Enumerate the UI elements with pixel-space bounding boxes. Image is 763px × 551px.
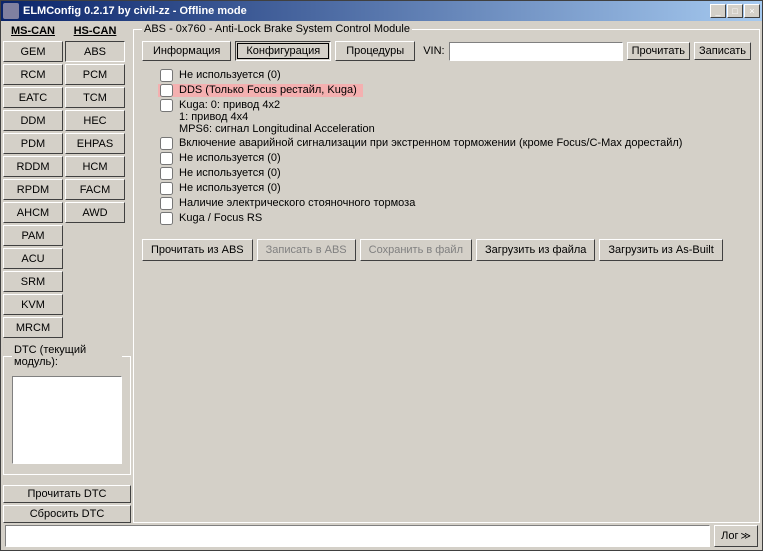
option-checkbox[interactable] [160, 99, 173, 112]
sidebar-item-hec[interactable]: HEC [65, 110, 125, 131]
option-checkbox[interactable] [160, 69, 173, 82]
option-row: Не используется (0) [158, 152, 751, 165]
dtc-legend: DTC (текущий модуль): [12, 344, 122, 368]
option-checkbox[interactable] [160, 212, 173, 225]
titlebar: ELMConfig 0.2.17 by civil-zz - Offline m… [1, 1, 762, 21]
sidebar: MS-CAN GEMRCMEATCDDMPDMRDDMRPDMAHCMPAMAC… [3, 23, 131, 523]
vin-input[interactable] [449, 42, 623, 61]
module-legend: ABS - 0x760 - Anti-Lock Brake System Con… [142, 23, 412, 35]
dtc-list[interactable] [12, 376, 122, 464]
option-row: Не используется (0) [158, 167, 751, 180]
option-row: Kuga / Focus RS [158, 212, 751, 225]
tab-proc[interactable]: Процедуры [335, 41, 415, 61]
vin-label: VIN: [423, 45, 444, 57]
status-row: Лог ≫ [3, 523, 760, 548]
option-checkbox[interactable] [160, 84, 173, 97]
option-checkbox[interactable] [160, 152, 173, 165]
write-button[interactable]: Записать [694, 42, 751, 60]
read-button[interactable]: Прочитать [627, 42, 690, 60]
sidebar-item-rddm[interactable]: RDDM [3, 156, 63, 177]
sidebar-item-rpdm[interactable]: RPDM [3, 179, 63, 200]
mscan-header: MS-CAN [3, 23, 63, 41]
sidebar-item-abs[interactable]: ABS [65, 41, 125, 62]
sidebar-item-tcm[interactable]: TCM [65, 87, 125, 108]
mscan-column: MS-CAN GEMRCMEATCDDMPDMRDDMRPDMAHCMPAMAC… [3, 23, 63, 340]
sidebar-item-awd[interactable]: AWD [65, 202, 125, 223]
app-window: ELMConfig 0.2.17 by civil-zz - Offline m… [0, 0, 763, 551]
read-dtc-button[interactable]: Прочитать DTC [3, 485, 131, 503]
option-row: Включение аварийной сигнализации при экс… [158, 137, 751, 150]
options-list: Не используется (0) DDS (Только Focus рес… [142, 67, 751, 235]
sidebar-item-ddm[interactable]: DDM [3, 110, 63, 131]
option-checkbox[interactable] [160, 197, 173, 210]
option-label: Не используется (0) [179, 167, 281, 179]
sidebar-item-rcm[interactable]: RCM [3, 64, 63, 85]
close-button[interactable]: × [744, 4, 760, 18]
sidebar-item-facm[interactable]: FACM [65, 179, 125, 200]
maximize-button[interactable]: □ [727, 4, 743, 18]
option-label: Наличие электрического стояночного тормо… [179, 197, 415, 209]
sidebar-item-hcm[interactable]: HCM [65, 156, 125, 177]
option-label: Не используется (0) [179, 152, 281, 164]
read-abs-button[interactable]: Прочитать из ABS [142, 239, 253, 261]
module-group: ABS - 0x760 - Anti-Lock Brake System Con… [133, 23, 760, 523]
tab-info[interactable]: Информация [142, 41, 231, 61]
action-row: Прочитать из ABS Записать в ABS Сохранит… [142, 239, 751, 261]
option-row: Не используется (0) [158, 182, 751, 195]
load-asbuilt-button[interactable]: Загрузить из As-Built [599, 239, 722, 261]
sidebar-item-pam[interactable]: PAM [3, 225, 63, 246]
option-label: Не используется (0) [179, 182, 281, 194]
option-row: Не используется (0) [158, 69, 751, 82]
sidebar-item-pcm[interactable]: PCM [65, 64, 125, 85]
load-file-button[interactable]: Загрузить из файла [476, 239, 595, 261]
sidebar-item-acu[interactable]: ACU [3, 248, 63, 269]
option-label: Не используется (0) [179, 69, 281, 81]
minimize-button[interactable]: _ [710, 4, 726, 18]
sidebar-item-ahcm[interactable]: AHCM [3, 202, 63, 223]
option-checkbox[interactable] [160, 137, 173, 150]
tab-row: Информация Конфигурация Процедуры VIN: П… [142, 41, 751, 61]
option-row: Наличие электрического стояночного тормо… [158, 197, 751, 210]
option-label: DDS (Только Focus рестайл, Kuga) [179, 84, 357, 96]
option-checkbox[interactable] [160, 167, 173, 180]
reset-dtc-button[interactable]: Сбросить DTC [3, 505, 131, 523]
sidebar-item-ehpas[interactable]: EHPAS [65, 133, 125, 154]
sidebar-item-kvm[interactable]: KVM [3, 294, 63, 315]
save-file-button: Сохранить в файл [360, 239, 472, 261]
log-label: Лог [721, 530, 738, 542]
sidebar-item-eatc[interactable]: EATC [3, 87, 63, 108]
sidebar-item-pdm[interactable]: PDM [3, 133, 63, 154]
tab-config[interactable]: Конфигурация [235, 41, 331, 61]
app-icon [3, 3, 19, 19]
hscan-header: HS-CAN [65, 23, 125, 41]
option-row: DDS (Только Focus рестайл, Kuga) [158, 84, 363, 97]
chevron-right-icon: ≫ [741, 531, 751, 542]
sidebar-item-srm[interactable]: SRM [3, 271, 63, 292]
log-button[interactable]: Лог ≫ [714, 525, 758, 547]
sidebar-item-gem[interactable]: GEM [3, 41, 63, 62]
window-title: ELMConfig 0.2.17 by civil-zz - Offline m… [23, 5, 710, 17]
write-abs-button: Записать в ABS [257, 239, 356, 261]
option-label: Включение аварийной сигнализации при экс… [179, 137, 682, 149]
option-label: Kuga: 0: привод 4x2 1: привод 4x4 MPS6: … [179, 99, 375, 135]
option-label: Kuga / Focus RS [179, 212, 262, 224]
hscan-column: HS-CAN ABSPCMTCMHECEHPASHCMFACMAWD [65, 23, 125, 340]
sidebar-item-mrcm[interactable]: MRCM [3, 317, 63, 338]
option-row: Kuga: 0: привод 4x2 1: привод 4x4 MPS6: … [158, 99, 751, 135]
option-checkbox[interactable] [160, 182, 173, 195]
status-input[interactable] [5, 525, 710, 547]
dtc-group: DTC (текущий модуль): [3, 344, 131, 475]
